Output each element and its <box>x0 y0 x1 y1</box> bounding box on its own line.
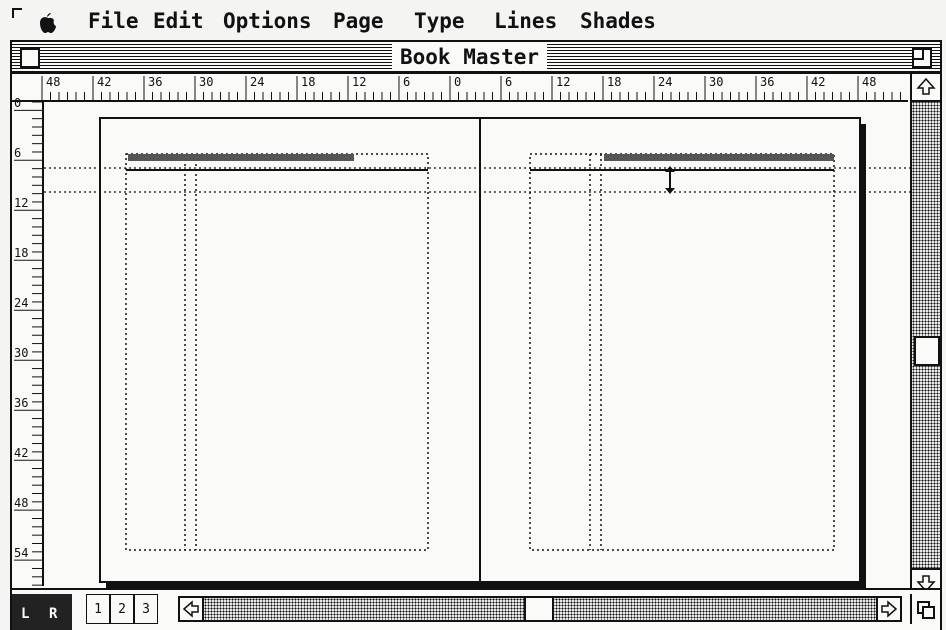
ruler-label: 6 <box>505 75 513 89</box>
menu-file[interactable]: File <box>88 9 139 33</box>
ruler-label: 48 <box>14 496 29 510</box>
ruler-label: 36 <box>14 396 29 410</box>
vertical-scroll-thumb[interactable] <box>914 336 940 366</box>
left-master-label[interactable]: L <box>21 606 29 622</box>
right-arrow-icon[interactable] <box>876 598 900 620</box>
ruler-label: 0 <box>454 75 462 89</box>
ruler-label: 42 <box>811 75 826 89</box>
ruler-label: 24 <box>658 75 673 89</box>
right-header-bar <box>604 154 834 161</box>
ruler-label: 12 <box>556 75 571 89</box>
zoom-box-icon[interactable] <box>912 48 932 68</box>
page-button-3[interactable]: 3 <box>134 594 158 624</box>
bottom-bar: L R 1 2 3 <box>12 588 940 630</box>
title-bar[interactable]: Book Master <box>12 42 940 74</box>
page-canvas[interactable] <box>44 102 910 588</box>
vertical-scrollbar[interactable] <box>910 74 940 596</box>
up-arrow-icon[interactable] <box>912 74 940 102</box>
ruler-label: 30 <box>14 346 29 360</box>
menu-shades[interactable]: Shades <box>580 9 656 33</box>
vertical-ruler: 0 6 12 18 24 30 36 42 48 54 <box>12 96 44 586</box>
ruler-label: 18 <box>607 75 622 89</box>
page-button-2[interactable]: 2 <box>110 594 134 624</box>
menu-edit[interactable]: Edit <box>153 9 204 33</box>
ruler-label: 30 <box>199 75 214 89</box>
menu-type[interactable]: Type <box>414 9 465 33</box>
ruler-label: 6 <box>14 146 22 160</box>
horizontal-scroll-thumb[interactable] <box>524 598 554 620</box>
corner-mark <box>12 8 22 18</box>
ruler-label: 42 <box>97 75 112 89</box>
ruler-label: 48 <box>46 75 61 89</box>
ruler-label: 6 <box>403 75 411 89</box>
horizontal-ruler: 48 42 36 30 24 18 12 6 0 6 12 18 24 30 36 42 48 <box>12 74 908 102</box>
window-title: Book Master <box>392 44 548 70</box>
menu-bar: File Edit Options Page Type Lines Shades <box>0 0 946 42</box>
horizontal-scrollbar[interactable] <box>178 596 902 622</box>
page-button-1[interactable]: 1 <box>86 594 110 624</box>
ruler-label: 42 <box>14 446 29 460</box>
left-arrow-icon[interactable] <box>180 598 204 620</box>
ruler-label: 30 <box>709 75 724 89</box>
apple-icon[interactable] <box>38 12 58 34</box>
menu-page[interactable]: Page <box>333 9 384 33</box>
page-spread <box>44 117 910 588</box>
menu-options[interactable]: Options <box>223 9 312 33</box>
ruler-label: 24 <box>250 75 265 89</box>
left-header-bar <box>128 154 354 161</box>
ruler-label: 18 <box>301 75 316 89</box>
ruler-label: 54 <box>14 546 29 560</box>
close-box-icon[interactable] <box>20 48 40 68</box>
vertical-ruler-ticks <box>14 102 42 586</box>
document-window: Book Master 48 42 36 30 24 18 12 6 0 6 12 18 24 30 36 4… <box>10 40 942 630</box>
ruler-label: 36 <box>760 75 775 89</box>
size-box-icon[interactable] <box>910 594 940 624</box>
ruler-label: 12 <box>14 196 29 210</box>
right-master-label[interactable]: R <box>49 606 57 622</box>
master-pages-selector[interactable]: L R <box>12 594 72 630</box>
ruler-label: 12 <box>352 75 367 89</box>
ruler-label: 24 <box>14 296 29 310</box>
menu-lines[interactable]: Lines <box>494 9 557 33</box>
ruler-label: 48 <box>862 75 877 89</box>
ruler-label: 0 <box>14 96 22 110</box>
ruler-label: 18 <box>14 246 29 260</box>
ruler-label: 36 <box>148 75 163 89</box>
